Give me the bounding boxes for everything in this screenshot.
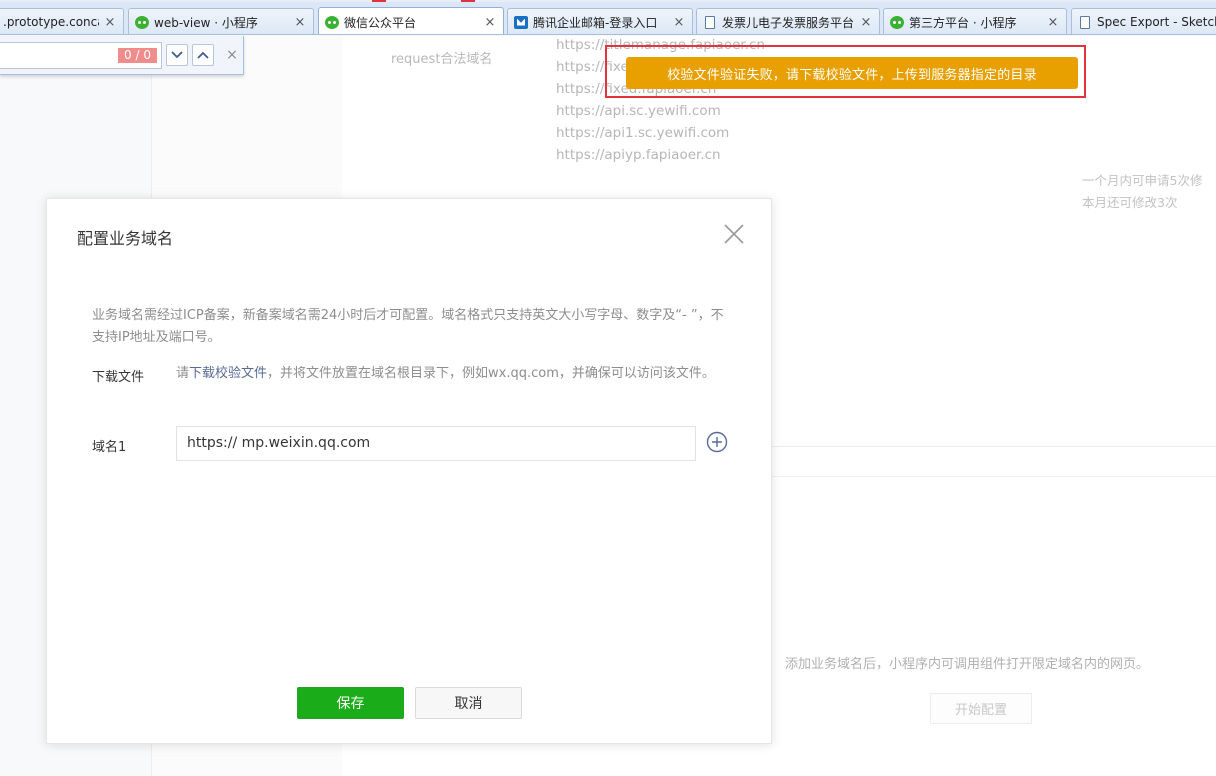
download-verification-file-link[interactable]: 下载校验文件 [189, 366, 267, 381]
dialog-description: 业务域名需经过ICP备案，新备案域名需24小时后才可配置。域名格式只支持英文大小… [92, 308, 724, 345]
mail-icon [514, 15, 528, 29]
wechat-icon [325, 15, 339, 29]
browser-tab-strip: .prototype.concat × web-view · 小程序 × 微信公… [0, 0, 1216, 35]
tab-strip-top-edge [0, 0, 1216, 2]
tab-title: web-view · 小程序 [154, 15, 258, 30]
domain-list-item: https://apiyp.fapiaoer.cn [556, 147, 721, 163]
domain-list-item: https://api.sc.yewifi.com [556, 103, 721, 119]
chevron-down-icon [171, 51, 183, 59]
tab-title: 发票儿电子发票服务平台 [722, 15, 855, 30]
wechat-icon [890, 15, 904, 29]
start-config-button[interactable]: 开始配置 [930, 693, 1032, 724]
tab-title: 第三方平台 · 小程序 [909, 15, 1017, 30]
domain-1-input[interactable]: https:// mp.weixin.qq.com [176, 426, 696, 461]
browser-tab[interactable]: Spec Export - Sketch [1071, 8, 1216, 34]
request-domain-label: request合法域名 [391, 52, 493, 67]
download-prefix: 请 [176, 366, 190, 381]
business-domain-empty-tip: 添加业务域名后，小程序内可调用组件打开限定域名内的网页。 [785, 657, 1150, 672]
tab-strip-marker [372, 0, 386, 2]
chevron-up-icon [197, 51, 209, 59]
download-file-label: 下载文件 [92, 370, 145, 385]
tab-title: .prototype.concat [3, 15, 99, 29]
doc-icon [703, 15, 717, 29]
tab-close-icon[interactable]: × [1046, 15, 1060, 30]
browser-tab[interactable]: .prototype.concat × [0, 8, 124, 34]
wechat-icon [135, 15, 149, 29]
doc-icon [1078, 15, 1092, 29]
configure-business-domain-dialog: 配置业务域名 业务域名需经过ICP备案，新备案域名需24小时后才可配置。域名格式… [46, 198, 772, 744]
tab-close-icon[interactable]: × [293, 15, 307, 30]
modify-limit-note: 一个月内可申请5次修 本月还可修改3次 [1082, 170, 1202, 214]
browser-tab[interactable]: 腾讯企业邮箱-登录入口 × [507, 8, 693, 34]
tab-close-icon[interactable]: × [103, 15, 117, 30]
save-button[interactable]: 保存 [297, 687, 404, 719]
domain-1-label: 域名1 [92, 440, 127, 455]
tab-title: Spec Export - Sketch [1097, 15, 1216, 29]
download-suffix: ，并将文件放置在域名根目录下，例如wx.qq.com，并确保可以访问该文件。 [267, 366, 715, 381]
browser-tab-active[interactable]: 微信公众平台 × [318, 7, 504, 34]
error-toast: 校验文件验证失败，请下载校验文件，上传到服务器指定的目录 [626, 57, 1078, 89]
find-next-button[interactable] [166, 44, 188, 66]
cancel-button[interactable]: 取消 [415, 687, 522, 719]
find-match-count: 0 / 0 [118, 48, 157, 63]
tab-close-icon[interactable]: × [483, 15, 497, 30]
tab-strip-marker [461, 0, 475, 2]
dialog-title: 配置业务域名 [77, 229, 174, 248]
tab-close-icon[interactable]: × [672, 15, 686, 30]
find-input[interactable]: 0 / 0 [0, 42, 162, 69]
modify-remaining-line: 本月还可修改3次 [1082, 195, 1178, 210]
browser-tab[interactable]: web-view · 小程序 × [128, 8, 314, 34]
add-domain-icon[interactable] [706, 431, 728, 453]
find-close-icon[interactable]: × [224, 44, 240, 66]
tab-title: 微信公众平台 [344, 15, 417, 30]
modify-limit-line: 一个月内可申请5次修 [1082, 173, 1203, 188]
browser-tab[interactable]: 第三方平台 · 小程序 × [883, 8, 1067, 34]
tab-title: 腾讯企业邮箱-登录入口 [533, 15, 658, 30]
download-instructions: 请下载校验文件，并将文件放置在域名根目录下，例如wx.qq.com，并确保可以访… [176, 363, 732, 385]
find-bar: 0 / 0 × [0, 36, 244, 75]
browser-tab[interactable]: 发票儿电子发票服务平台 × [696, 8, 880, 34]
domain-list-item: https://api1.sc.yewifi.com [556, 125, 730, 141]
find-prev-button[interactable] [192, 44, 214, 66]
close-icon[interactable] [723, 223, 745, 245]
tab-close-icon[interactable]: × [859, 15, 873, 30]
